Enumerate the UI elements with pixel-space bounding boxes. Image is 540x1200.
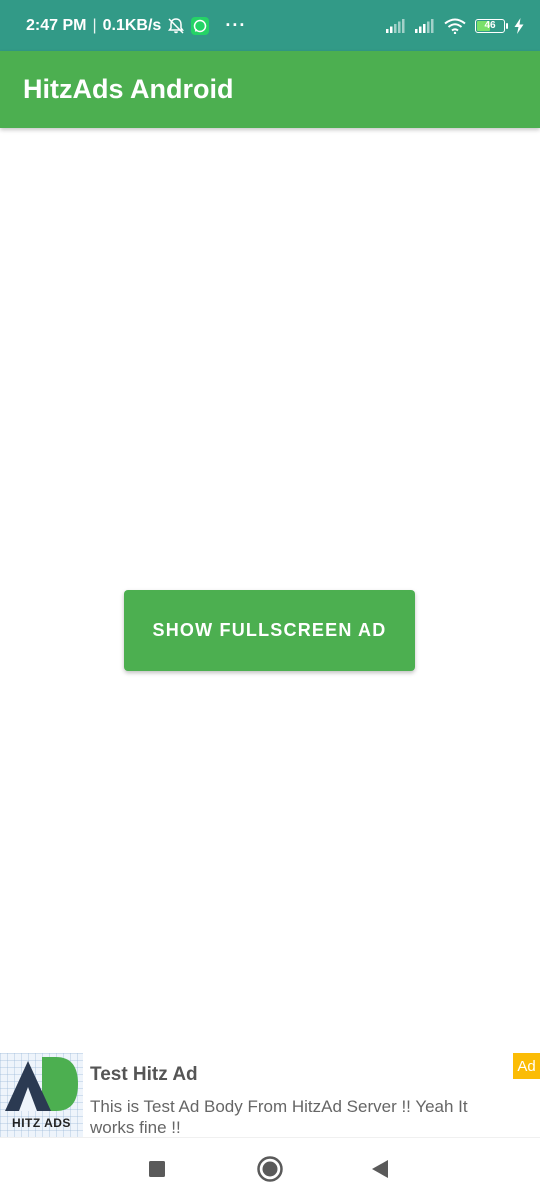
more-notifications: ···: [225, 15, 247, 35]
ad-banner[interactable]: HITZ ADS Test Hitz Ad This is Test Ad Bo…: [0, 1053, 540, 1137]
signal-icon: [386, 18, 406, 33]
battery-level: 46: [484, 19, 496, 31]
alarm-off-icon: [167, 17, 185, 35]
ad-badge: Ad: [513, 1053, 540, 1079]
app-bar: HitzAds Android: [0, 51, 540, 128]
status-time: 2:47 PM: [26, 16, 87, 34]
recents-icon[interactable]: [127, 1138, 187, 1200]
app-title: HitzAds Android: [23, 74, 234, 104]
status-separator: |: [92, 16, 97, 34]
network-speed: 0.1KB/s: [102, 16, 162, 34]
show-fullscreen-ad-button[interactable]: SHOW FULLSCREEN AD: [124, 590, 415, 671]
battery-icon: 46: [475, 18, 508, 33]
wifi-icon: [444, 18, 466, 34]
ad-body: This is Test Ad Body From HitzAd Server …: [90, 1097, 468, 1137]
back-icon[interactable]: [350, 1138, 410, 1200]
ad-title: Test Hitz Ad: [90, 1064, 198, 1085]
charging-icon: [514, 17, 524, 34]
logo-text: HITZ ADS: [12, 1116, 71, 1130]
navigation-bar: [0, 1137, 540, 1200]
home-icon[interactable]: [240, 1138, 300, 1200]
signal-icon: [415, 18, 435, 33]
status-bar: 2:47 PM | 0.1KB/s ··· 46: [0, 0, 540, 51]
whatsapp-icon: [191, 16, 210, 35]
hitz-ads-logo: HITZ ADS: [0, 1053, 83, 1137]
